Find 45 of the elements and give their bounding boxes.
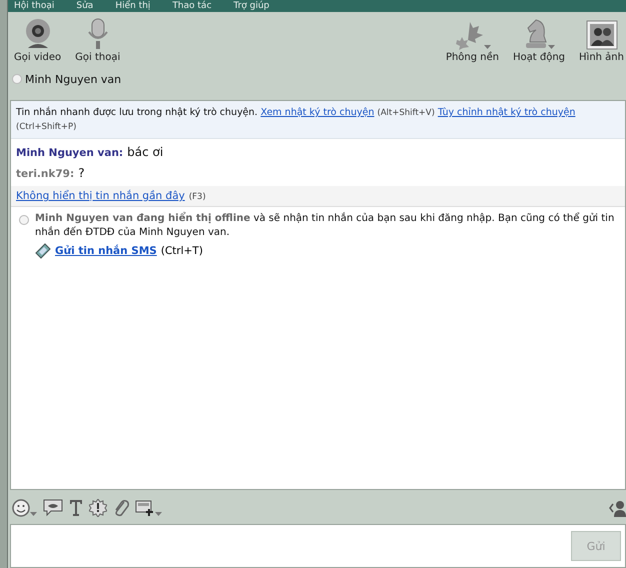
view-log-link[interactable]: Xem nhật ký trò chuyện <box>260 107 374 118</box>
menu-item[interactable]: Hiển thị <box>115 0 150 12</box>
speech-bubble-icon <box>43 499 63 517</box>
format-button[interactable] <box>89 499 107 517</box>
font-icon <box>69 499 83 517</box>
caret-icon <box>30 512 37 517</box>
menu-item[interactable]: Trợ giúp <box>234 0 270 12</box>
shortcut-text: (F3) <box>188 192 206 202</box>
menu-item[interactable]: Sửa <box>76 0 94 12</box>
paperclip-icon <box>113 499 129 517</box>
menu-item[interactable]: Hội thoại <box>14 0 54 12</box>
toolbar-button[interactable]: Gọi thoại <box>73 16 122 68</box>
photo-frame-icon <box>586 20 618 50</box>
microphone-icon <box>86 18 109 50</box>
contact-panel-icon[interactable] <box>608 499 626 517</box>
phone-icon <box>35 243 51 259</box>
screen-capture-icon <box>135 499 155 517</box>
toolbar-button[interactable]: Hoạt động <box>511 16 568 68</box>
log-notice: Tin nhắn nhanh được lưu trong nhật ký trò chuyện. Xem nhật ký trò chuyện (Alt+Shift+V) Tùy chỉnh nhật ký trò chuyện (Ctrl+Shift+P) <box>11 101 625 139</box>
hide-recent-link[interactable]: Không hiển thị tin nhắn gần đây <box>16 190 185 202</box>
message-text: ? <box>78 166 85 180</box>
format-button[interactable] <box>135 499 162 517</box>
format-button[interactable] <box>12 499 37 517</box>
smiley-icon <box>12 499 30 517</box>
log-settings-link[interactable]: Tùy chỉnh nhật ký trò chuyện <box>438 107 576 118</box>
offline-message: Minh Nguyen van đang hiển thị offline và sẽ nhận tin nhắn của bạn sau khi đăng nhập. Bạn cũng có thể gửi tin nhắn đến ĐTDĐ của Minh Nguyen van. <box>35 212 616 240</box>
menu-item[interactable]: Thao tác <box>172 0 212 12</box>
bullet-icon <box>19 215 29 225</box>
format-button[interactable] <box>43 499 63 517</box>
sender-name: Minh Nguyen van: <box>16 147 124 159</box>
caret-icon <box>484 45 491 50</box>
webcam-icon <box>24 18 52 50</box>
send-sms-link[interactable]: Gửi tin nhắn SMS <box>55 245 157 257</box>
shortcut-text: (Ctrl+T) <box>160 245 203 257</box>
leaves-icon <box>454 20 484 50</box>
caret-icon <box>155 512 162 517</box>
caret-icon <box>548 45 555 50</box>
toolbar-button[interactable]: Gọi video <box>12 16 64 68</box>
contact-name: Minh Nguyen van <box>25 72 122 86</box>
sender-name: teri.nk79: <box>16 168 74 180</box>
toolbar-button[interactable]: Phông nền <box>444 16 501 68</box>
starburst-icon <box>89 499 107 517</box>
message-text: bác ơi <box>127 145 164 159</box>
chess-knight-icon <box>524 18 548 50</box>
toolbar-button[interactable]: Hình ảnh <box>577 16 626 68</box>
